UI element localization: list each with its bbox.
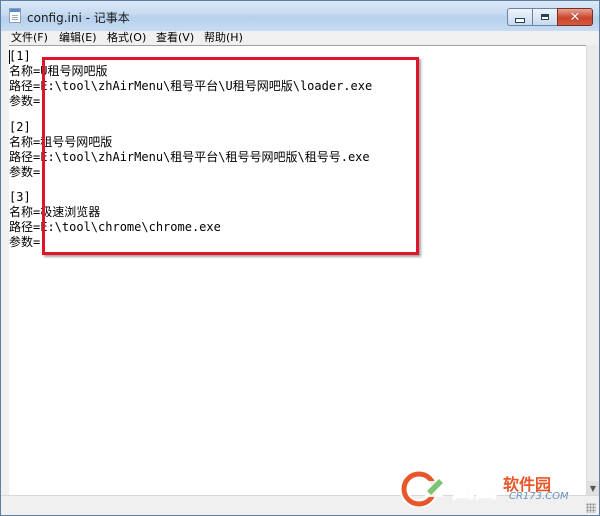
editor-line: 参数= (9, 94, 41, 108)
editor-line: [2] (9, 120, 31, 134)
menu-edit[interactable]: 编辑(E) (59, 31, 97, 45)
menu-format[interactable]: 格式(O) (107, 31, 146, 45)
watermark-domain: CR173.COM (509, 491, 569, 502)
editor-line: [3] (9, 190, 31, 204)
minimize-button[interactable] (507, 8, 533, 26)
editor-line: 参数= (9, 165, 41, 179)
maximize-button[interactable] (532, 8, 558, 26)
menu-help[interactable]: 帮助(H) (204, 31, 243, 45)
notepad-app-icon[interactable] (9, 8, 21, 23)
scroll-down-button[interactable]: ▼ (587, 481, 599, 495)
editor-line: 参数= (9, 235, 41, 249)
site-watermark: 西西 软件园 CR173.COM (399, 467, 579, 509)
arrow-down-icon: ▼ (589, 483, 597, 493)
close-button[interactable]: ✕ (557, 8, 593, 26)
red-highlight-box (42, 57, 419, 255)
menu-file[interactable]: 文件(F) (11, 31, 48, 45)
vertical-scrollbar[interactable]: ▼ (586, 45, 599, 495)
editor-line: [1] (9, 49, 31, 63)
watermark-brand: 西西 (451, 475, 499, 504)
menu-bar: 文件(F) 编辑(E) 格式(O) 查看(V) 帮助(H) (1, 31, 599, 45)
text-editor-area[interactable]: [1] 名称=U租号网吧版 路径=E:\tool\zhAirMenu\租号平台\… (9, 45, 586, 495)
minimize-icon (515, 17, 525, 23)
editor-left-margin (1, 45, 9, 495)
resize-grip-icon[interactable] (586, 503, 596, 513)
title-bar[interactable]: config.ini - 记事本 ✕ (1, 1, 599, 31)
menu-view[interactable]: 查看(V) (156, 31, 194, 45)
notepad-window: config.ini - 记事本 ✕ 文件(F) 编辑(E) 格式(O) 查看(… (0, 0, 600, 516)
window-title: config.ini - 记事本 (27, 11, 130, 25)
maximize-icon (541, 14, 549, 20)
close-icon: ✕ (569, 9, 581, 25)
watermark-logo-icon (399, 469, 443, 507)
